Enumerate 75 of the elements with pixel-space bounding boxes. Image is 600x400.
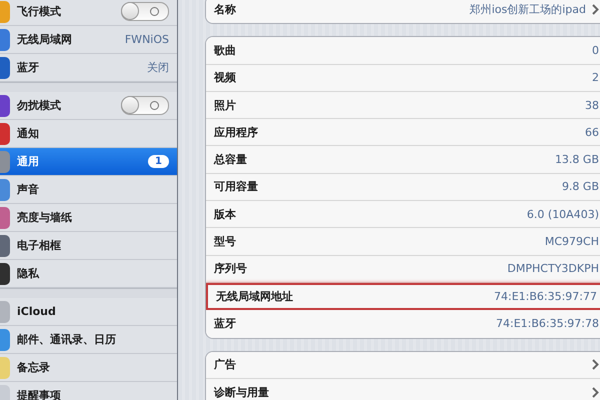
row-value: MC979CH	[544, 235, 599, 248]
row-value: 38	[585, 98, 599, 112]
settings-app-icon	[0, 300, 10, 322]
settings-row[interactable]: 广告	[206, 352, 600, 379]
count-badge: 1	[148, 155, 169, 168]
item-label: 蓝牙	[17, 60, 40, 74]
item-label: 邮件、通讯录、日历	[17, 332, 117, 346]
item-label: 备忘录	[17, 360, 51, 374]
sidebar-item[interactable]: 隐私	[0, 260, 177, 288]
row-value: 74:E1:B6:35:97:78	[496, 317, 599, 330]
toggle-switch[interactable]	[121, 2, 169, 21]
row-value: DMPHCTY3DKPH	[507, 262, 599, 276]
toggle-switch[interactable]	[121, 96, 169, 115]
item-label: 隐私	[17, 266, 40, 280]
row-value: 74:E1:B6:35:97:77	[494, 290, 597, 304]
row-label: 应用程序	[214, 124, 259, 140]
item-label: 电子相框	[17, 238, 62, 252]
item-label: 通用	[17, 154, 40, 168]
settings-app-icon	[0, 328, 10, 350]
row-value: 13.8 GB	[554, 153, 599, 166]
row-label: 诊断与用量	[214, 385, 270, 400]
item-label: 声音	[17, 182, 40, 196]
item-value: FWNiOS	[124, 33, 169, 46]
item-value: 关闭	[147, 60, 169, 75]
sidebar-item[interactable]: 蓝牙 关闭	[0, 54, 177, 82]
row-label: 照片	[214, 98, 237, 113]
row-value: 9.8 GB	[562, 180, 599, 194]
chevron-icon	[592, 4, 599, 16]
row-label: 型号	[214, 234, 237, 250]
settings-app-icon	[0, 206, 10, 228]
chevron-icon	[592, 387, 599, 398]
settings-app-icon	[0, 94, 10, 116]
row-value: 66	[585, 126, 599, 139]
sidebar-item[interactable]: 亮度与墙纸	[0, 204, 177, 232]
row-label: 视频	[214, 70, 237, 86]
sidebar-item[interactable]: 电子相框	[0, 232, 177, 260]
settings-app-icon	[0, 234, 10, 256]
sidebar-item[interactable]: 备忘录	[0, 354, 177, 382]
settings-app-icon	[0, 150, 10, 172]
sidebar-item[interactable]: 邮件、通讯录、日历	[0, 326, 177, 354]
settings-app-icon	[0, 56, 10, 78]
sidebar-item[interactable]: 飞行模式	[0, 0, 177, 26]
sidebar-item[interactable]: 勿扰模式	[0, 92, 177, 120]
sidebar-item[interactable]: 通知	[0, 120, 177, 148]
settings-app-icon	[0, 178, 10, 200]
row-value: 0	[592, 44, 599, 57]
row-label: 可用容量	[214, 179, 259, 194]
row-value: 6.0 (10A403)	[526, 208, 599, 221]
sidebar-item[interactable]: 无线局域网 FWNiOS	[0, 26, 177, 54]
row-label: 总容量	[214, 152, 248, 168]
row-label: 歌曲	[214, 42, 237, 58]
chevron-icon	[592, 359, 599, 370]
row-value: 郑州ios创新工场的ipad	[470, 2, 586, 18]
settings-app-icon	[0, 356, 10, 378]
sidebar-item[interactable]: iCloud	[0, 298, 177, 326]
row-value: 2	[592, 71, 599, 84]
sidebar-item[interactable]: 声音	[0, 176, 177, 204]
settings-row[interactable]: 名称 郑州ios创新工场的ipad	[206, 0, 600, 24]
item-label: 勿扰模式	[17, 98, 62, 112]
item-label: 无线局域网	[17, 32, 73, 46]
item-label: 飞行模式	[17, 4, 62, 18]
item-label: iCloud	[17, 304, 57, 318]
row-label: 版本	[214, 206, 237, 222]
item-label: 通知	[17, 126, 40, 140]
row-label: 无线局域网地址	[216, 289, 294, 304]
settings-app-icon	[0, 122, 10, 144]
settings-app-icon	[0, 262, 10, 284]
row-label: 名称	[214, 2, 237, 18]
item-label: 亮度与墙纸	[17, 210, 73, 224]
settings-app-icon	[0, 0, 10, 22]
row-label: 广告	[214, 357, 237, 372]
sidebar-item[interactable]: 通用 1	[0, 148, 177, 176]
row-label: 蓝牙	[214, 316, 237, 332]
row-label: 序列号	[214, 261, 248, 276]
settings-app-icon	[0, 28, 10, 50]
